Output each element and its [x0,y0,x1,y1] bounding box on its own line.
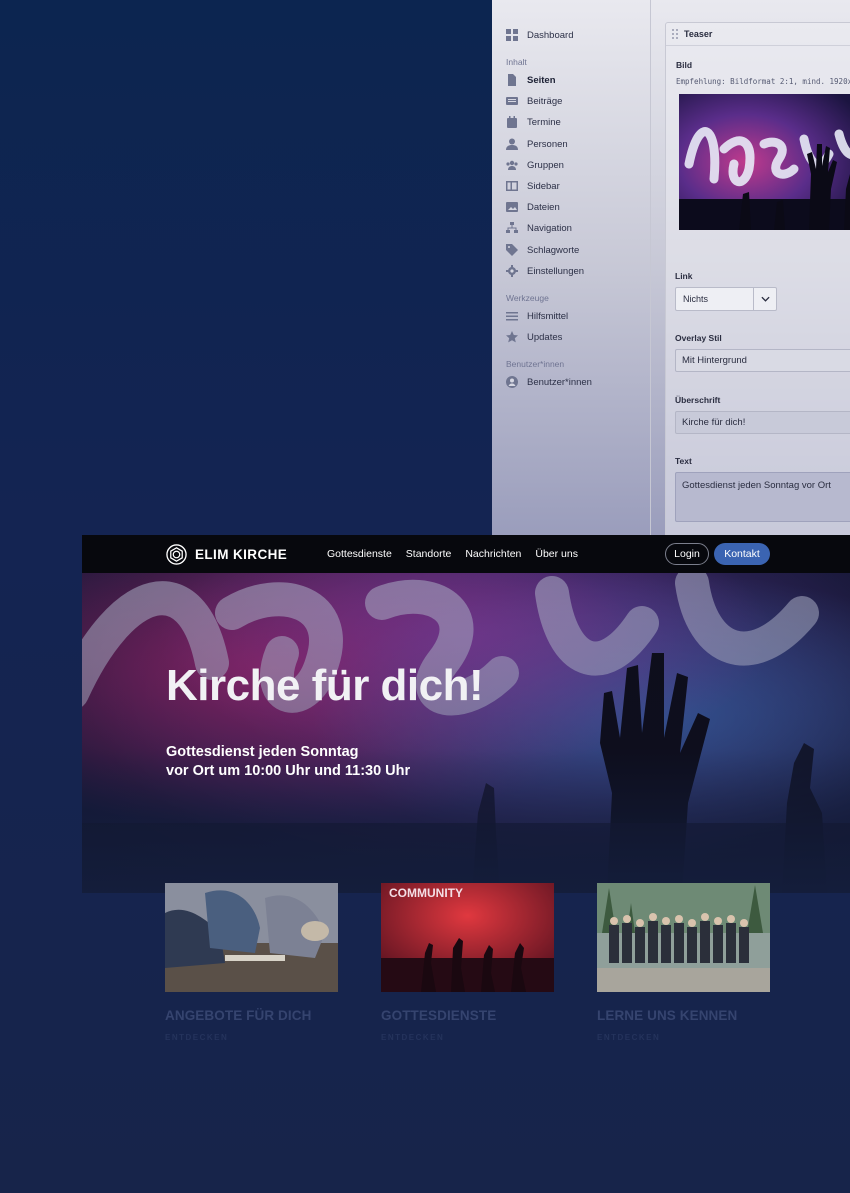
text-textarea-value: Gottesdienst jeden Sonntag vor Ort [682,480,831,491]
sidebar-item-label: Beiträge [527,95,563,107]
sidebar-item-label: Benutzer*innen [527,376,592,388]
hero-subtitle-line-1: Gottesdienst jeden Sonntag [166,744,359,760]
overlay-select[interactable]: Mit Hintergrund [675,349,850,372]
sidebar-item-label: Schlagworte [527,244,580,256]
sidebar-group-tools: Werkzeuge [506,293,549,303]
card-lerne-uns-kennen[interactable]: LERNE UNS KENNEN ENTDECKEN [597,883,770,1042]
sidebar-item-updates[interactable]: Updates [506,328,562,346]
gear-icon [506,265,518,277]
sitemap-icon [506,222,518,234]
star-icon [506,331,518,343]
sidebar-item-label: Sidebar [527,180,560,192]
heading-input[interactable]: Kirche für dich! [675,411,850,434]
teaser-image-preview[interactable] [679,94,850,230]
sidebar-item-dashboard[interactable]: Dashboard [506,26,573,44]
site-navbar: ELIM KIRCHE Gottesdienste Standorte Nach… [82,535,850,573]
cms-sidebar: Dashboard Inhalt Seiten Beiträge Termine… [492,0,650,535]
website-preview: ELIM KIRCHE Gottesdienste Standorte Nach… [82,535,850,1193]
card-link[interactable]: ENTDECKEN [381,1033,554,1042]
site-menu: Gottesdienste Standorte Nachrichten Über… [327,535,592,573]
menu-item-gottesdienste[interactable]: Gottesdienste [327,548,392,560]
sidebar-item-gruppen[interactable]: Gruppen [506,156,564,174]
files-icon [506,201,518,213]
dashboard-icon [506,29,518,41]
sidebar-item-label: Personen [527,138,568,150]
text-textarea[interactable]: Gottesdienst jeden Sonntag vor Ort [675,472,850,522]
groups-icon [506,159,518,171]
menu-item-nachrichten[interactable]: Nachrichten [465,548,521,560]
card-link[interactable]: ENTDECKEN [165,1033,338,1042]
drag-handle-icon[interactable] [670,28,680,40]
card-link[interactable]: ENTDECKEN [597,1033,770,1042]
link-select[interactable]: Nichts [675,287,777,311]
teaser-header[interactable]: Teaser [666,23,850,46]
card-title: LERNE UNS KENNEN [597,1008,738,1023]
login-button[interactable]: Login [665,543,709,565]
hero-banner: Kirche für dich! Gottesdienst jeden Sonn… [82,573,850,893]
user-circle-icon [506,376,518,388]
contact-button[interactable]: Kontakt [714,543,770,565]
logo-text: ELIM KIRCHE [195,547,288,562]
cms-admin-panel: Dashboard Inhalt Seiten Beiträge Termine… [492,0,850,535]
hero-title: Kirche für dich! [166,661,484,710]
cms-editor: Teaser Bild Empfehlung: Bildformat 2:1, … [651,0,850,535]
sidebar-icon [506,180,518,192]
heading-input-value: Kirche für dich! [682,417,746,428]
site-logo[interactable]: ELIM KIRCHE [166,544,287,565]
card-title: ANGEBOTE FÜR DICH [165,1008,312,1023]
sidebar-item-hilfsmittel[interactable]: Hilfsmittel [506,307,568,325]
calendar-icon [506,116,518,128]
posts-icon [506,95,518,107]
sidebar-item-label: Updates [527,331,563,343]
sidebar-item-label: Einstellungen [527,265,585,277]
sidebar-item-label: Hilfsmittel [527,310,569,322]
sidebar-item-beitraege[interactable]: Beiträge [506,92,562,110]
sidebar-group-users: Benutzer*innen [506,359,565,369]
sidebar-item-personen[interactable]: Personen [506,135,568,153]
person-icon [506,138,518,150]
sidebar-item-label: Seiten [527,74,556,86]
sidebar-item-seiten[interactable]: Seiten [506,71,556,89]
sidebar-item-label: Dashboard [527,29,574,41]
menu-item-ueber-uns[interactable]: Über uns [535,548,578,560]
sidebar-item-dateien[interactable]: Dateien [506,198,560,216]
card-image-text: COMMUNITY [389,886,463,900]
teaser-title: Teaser [684,29,713,39]
card-image [597,883,770,992]
image-label: Bild [676,60,693,70]
overlay-label: Overlay Stil [675,333,722,343]
sidebar-group-content: Inhalt [506,57,527,67]
sidebar-item-termine[interactable]: Termine [506,113,561,131]
link-label: Link [675,271,693,281]
sidebar-item-benutzer[interactable]: Benutzer*innen [506,373,592,391]
sidebar-item-navigation[interactable]: Navigation [506,219,572,237]
logo-icon [166,544,187,565]
hero-subtitle-line-2: vor Ort um 10:00 Uhr und 11:30 Uhr [166,763,411,779]
hero-overlay [82,573,850,893]
menu-item-standorte[interactable]: Standorte [406,548,452,560]
tag-icon [506,244,518,256]
sidebar-item-label: Gruppen [527,159,564,171]
page-icon [506,74,518,86]
link-select-value: Nichts [683,294,709,304]
card-image: COMMUNITY [381,883,554,992]
sidebar-item-einstellungen[interactable]: Einstellungen [506,262,584,280]
heading-label: Überschrift [675,395,721,405]
chevron-down-icon [753,288,776,310]
card-angebote[interactable]: ANGEBOTE FÜR DICH ENTDECKEN [165,883,338,1042]
overlay-select-value: Mit Hintergrund [682,355,747,366]
sidebar-item-label: Termine [527,116,561,128]
text-label: Text [675,456,692,466]
card-gottesdienste[interactable]: COMMUNITY GOTTESDIENSTE ENTDECKEN [381,883,554,1042]
hero-subtitle: Gottesdienst jeden Sonntag vor Ort um 10… [166,743,410,781]
sidebar-item-schlagworte[interactable]: Schlagworte [506,241,579,259]
image-hint: Empfehlung: Bildformat 2:1, mind. 1920x9… [676,77,850,86]
card-image [165,883,338,992]
tools-icon [506,310,518,322]
teaser-cards: ANGEBOTE FÜR DICH ENTDECKEN COMMUNITY GO… [82,883,850,1083]
sidebar-item-label: Dateien [527,201,560,213]
sidebar-item-sidebar[interactable]: Sidebar [506,177,560,195]
card-title: GOTTESDIENSTE [381,1008,497,1023]
sidebar-item-label: Navigation [527,222,572,234]
